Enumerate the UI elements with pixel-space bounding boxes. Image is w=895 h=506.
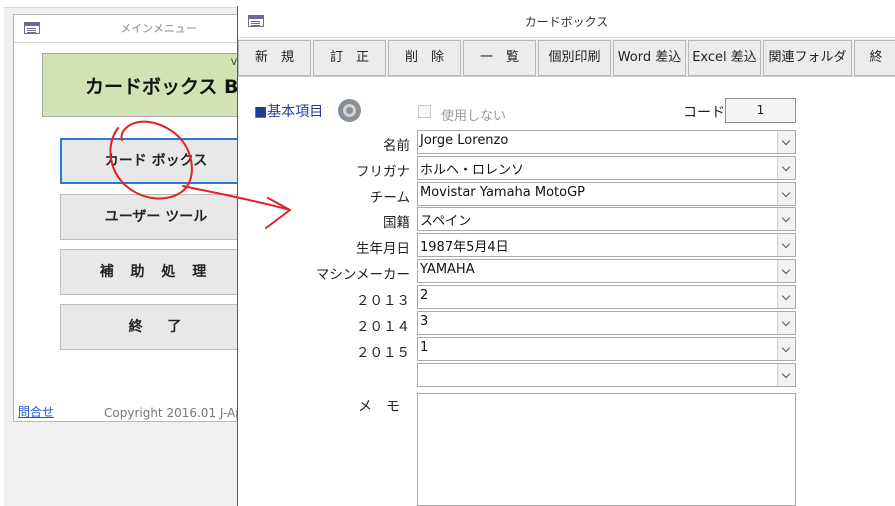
extra-combo[interactable]	[417, 363, 796, 387]
list-button[interactable]: 一 覧	[463, 40, 536, 76]
edit-button[interactable]: 訂 正	[313, 40, 386, 76]
chevron-down-icon[interactable]	[777, 157, 795, 179]
year-2015-combo[interactable]: 1	[417, 337, 796, 361]
team-value: Movistar Yamaha MotoGP	[420, 185, 586, 200]
code-label: コード	[683, 105, 725, 121]
banner-title: カードボックス BA	[85, 76, 254, 98]
chevron-down-icon[interactable]	[777, 183, 795, 205]
new-button[interactable]: 新 規	[238, 40, 311, 76]
close-form-button[interactable]: 終	[854, 40, 895, 76]
chevron-down-icon[interactable]	[777, 208, 795, 230]
chevron-down-icon[interactable]	[777, 338, 795, 360]
toolbar: 新 規 訂 正 削 除 一 覧 個別印刷 Word 差込 Excel 差込 関連…	[238, 39, 895, 77]
team-label: チーム	[369, 190, 410, 206]
birthdate-combo[interactable]: 1987年5月4日	[417, 233, 796, 257]
section-basic-items-label: ■基本項目	[254, 104, 324, 120]
memo-label: メモ	[358, 399, 414, 415]
word-merge-button[interactable]: Word 差込	[613, 40, 686, 76]
name-label: 名前	[383, 138, 410, 154]
year-2014-label: ２０１４	[356, 319, 410, 335]
exit-button[interactable]: 終 了	[60, 304, 252, 350]
card-box-titlebar[interactable]: カードボックス	[238, 6, 895, 38]
unused-checkbox[interactable]	[418, 105, 431, 118]
team-combo[interactable]: Movistar Yamaha MotoGP	[417, 182, 796, 206]
year-2014-value: 3	[420, 314, 429, 329]
card-box-button[interactable]: カード ボックス	[60, 138, 252, 184]
chevron-down-icon[interactable]	[777, 234, 795, 256]
auxiliary-processing-button[interactable]: 補 助 処 理	[60, 249, 252, 295]
machine-maker-label: マシンメーカー	[315, 267, 410, 283]
name-value: Jorge Lorenzo	[420, 133, 509, 148]
year-2015-label: ２０１５	[356, 345, 410, 361]
year-2014-combo[interactable]: 3	[417, 311, 796, 335]
menu-top-strip	[4, 0, 244, 8]
related-folder-button[interactable]: 関連フォルダ	[763, 40, 852, 76]
card-box-window: カードボックス 新 規 訂 正 削 除 一 覧 個別印刷 Word 差込 Exc…	[237, 6, 895, 506]
birthdate-value: 1987年5月4日	[420, 240, 509, 255]
machine-maker-value: YAMAHA	[420, 262, 475, 277]
furigana-value: ホルヘ・ロレンソ	[420, 163, 525, 178]
unused-checkbox-label: 使用しない	[441, 109, 507, 124]
main-menu-titlebar[interactable]: メインメニュー	[14, 15, 243, 43]
contact-link[interactable]: 問合せ	[18, 403, 54, 420]
main-menu-form: メインメニュー V カードボックス BA カード ボックス ユーザー ツール 補…	[13, 14, 253, 422]
app-banner: V カードボックス BA	[42, 53, 254, 117]
chevron-down-icon[interactable]	[777, 131, 795, 153]
excel-merge-button[interactable]: Excel 差込	[688, 40, 761, 76]
birthdate-label: 生年月日	[356, 241, 410, 257]
name-combo[interactable]: Jorge Lorenzo	[417, 130, 796, 154]
user-tools-button[interactable]: ユーザー ツール	[60, 194, 252, 240]
furigana-label: フリガナ	[356, 164, 410, 180]
furigana-combo[interactable]: ホルヘ・ロレンソ	[417, 156, 796, 180]
card-box-title: カードボックス	[524, 15, 609, 29]
delete-button[interactable]: 削 除	[388, 40, 461, 76]
nationality-combo[interactable]: スペイン	[417, 207, 796, 231]
machine-maker-combo[interactable]: YAMAHA	[417, 259, 796, 283]
year-2013-value: 2	[420, 288, 429, 303]
year-2013-label: ２０１３	[356, 293, 410, 309]
copyright-text: Copyright 2016.01 J-Ap	[104, 406, 243, 420]
nationality-label: 国籍	[383, 215, 410, 231]
chevron-down-icon[interactable]	[777, 312, 795, 334]
code-field: 1	[725, 98, 796, 123]
memo-textarea[interactable]	[417, 393, 796, 506]
chevron-down-icon[interactable]	[777, 260, 795, 282]
nationality-value: スペイン	[420, 214, 472, 229]
gear-icon[interactable]	[338, 99, 361, 122]
individual-print-button[interactable]: 個別印刷	[538, 40, 611, 76]
main-menu-window: メインメニュー V カードボックス BA カード ボックス ユーザー ツール 補…	[4, 0, 253, 506]
year-2013-combo[interactable]: 2	[417, 285, 796, 309]
year-2015-value: 1	[420, 340, 429, 355]
chevron-down-icon[interactable]	[777, 286, 795, 308]
chevron-down-icon[interactable]	[777, 364, 795, 386]
main-menu-title: メインメニュー	[120, 22, 197, 35]
